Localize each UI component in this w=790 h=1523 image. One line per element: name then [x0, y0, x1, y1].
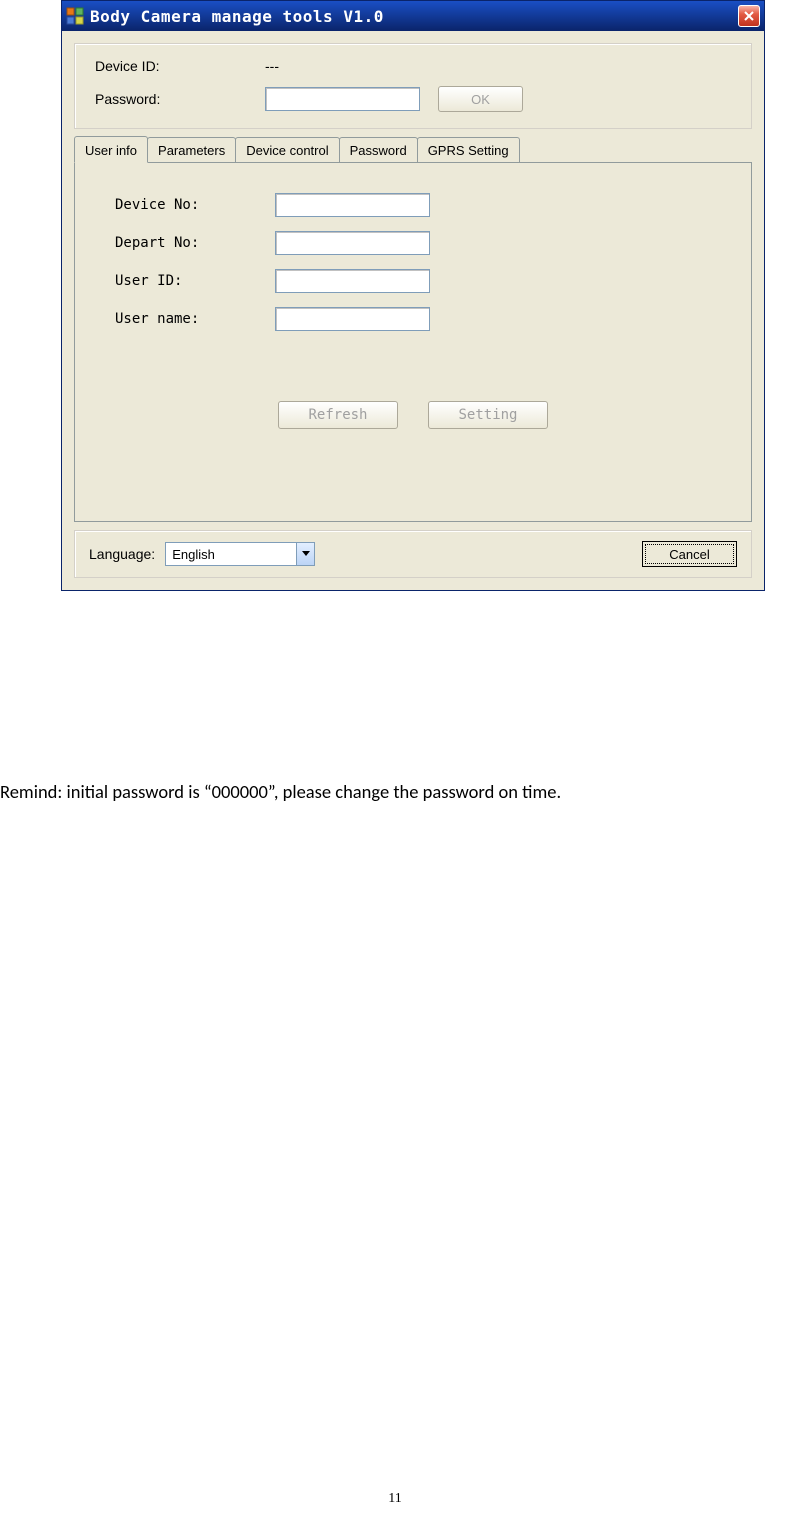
setting-button[interactable]: Setting [428, 401, 548, 429]
device-id-value: --- [265, 58, 279, 74]
tabs-container: User info Parameters Device control Pass… [74, 135, 752, 522]
depart-no-label: Depart No: [115, 235, 275, 251]
page-number: 11 [0, 1491, 790, 1507]
tab-gprs-setting[interactable]: GPRS Setting [417, 137, 520, 162]
depart-no-input[interactable] [275, 231, 430, 255]
user-info-panel: Device No: Depart No: User ID: User name… [74, 162, 752, 522]
ok-button[interactable]: OK [438, 86, 523, 112]
app-icon [66, 7, 84, 25]
password-label: Password: [95, 91, 265, 107]
remind-text: Remind: initial password is “000000”, pl… [0, 780, 561, 803]
titlebar[interactable]: Body Camera manage tools V1.0 [62, 1, 764, 31]
refresh-button[interactable]: Refresh [278, 401, 398, 429]
footer-bar: Language: English Cancel [74, 530, 752, 578]
tab-user-info[interactable]: User info [74, 136, 148, 163]
password-input[interactable] [265, 87, 420, 111]
user-name-label: User name: [115, 311, 275, 327]
user-id-label: User ID: [115, 273, 275, 289]
user-id-input[interactable] [275, 269, 430, 293]
device-no-input[interactable] [275, 193, 430, 217]
window-body: Device ID: --- Password: OK User info Pa… [62, 31, 764, 590]
window-title: Body Camera manage tools V1.0 [90, 7, 384, 26]
language-combo[interactable]: English [165, 542, 315, 566]
tab-parameters[interactable]: Parameters [147, 137, 236, 162]
language-label: Language: [89, 546, 155, 562]
app-window: Body Camera manage tools V1.0 Device ID:… [61, 0, 765, 591]
tabs-header: User info Parameters Device control Pass… [74, 135, 752, 162]
tab-password[interactable]: Password [339, 137, 418, 162]
cancel-button[interactable]: Cancel [642, 541, 737, 567]
language-value: English [166, 547, 296, 562]
chevron-down-icon [296, 543, 314, 565]
tab-device-control[interactable]: Device control [235, 137, 339, 162]
close-icon [743, 10, 755, 22]
device-no-label: Device No: [115, 197, 275, 213]
user-name-input[interactable] [275, 307, 430, 331]
device-auth-group: Device ID: --- Password: OK [74, 43, 752, 129]
close-button[interactable] [738, 5, 760, 27]
device-id-label: Device ID: [95, 58, 265, 74]
